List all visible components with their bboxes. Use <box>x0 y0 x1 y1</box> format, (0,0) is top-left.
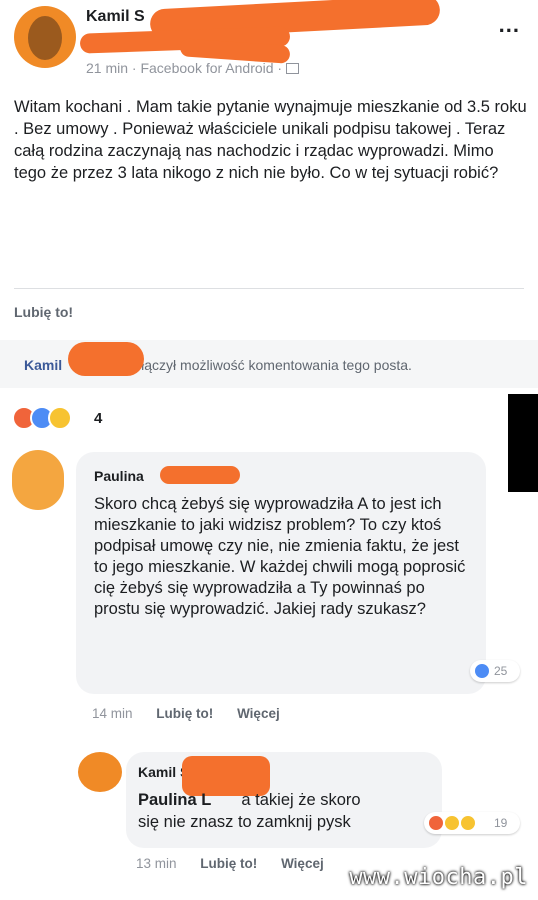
post-header: Kamil S ... 21 min · Facebook for Androi… <box>0 0 538 84</box>
post-meta: 21 min · Facebook for Android · <box>86 60 300 76</box>
like-icon <box>474 663 490 679</box>
author-avatar[interactable] <box>14 6 76 68</box>
haha-icon <box>48 406 72 430</box>
redaction-mark <box>68 342 144 376</box>
reply-time: 13 min <box>136 856 177 871</box>
comment-more-button[interactable]: Więcej <box>237 706 280 721</box>
reply-text-2: się nie znasz to zamknij pysk <box>138 813 351 831</box>
post-body: Witam kochani . Mam takie pytanie wynajm… <box>14 98 527 182</box>
reply-reactions[interactable]: 19 <box>424 812 520 834</box>
reply-mention[interactable]: Paulina L <box>138 791 211 809</box>
comments-disabled-notice: Kamil ki wyłączył możliwość komentowania… <box>0 340 538 388</box>
comment-avatar[interactable] <box>12 450 64 510</box>
comment-text: Skoro chcą żebyś się wyprowadziła A to j… <box>94 495 466 618</box>
watermark: www.wiocha.pl <box>349 865 528 890</box>
disabled-notice-text: wyłączył możliwość komentowania tego pos… <box>124 357 412 373</box>
reply-bubble: Kamil S Paulina La takiej że skoro się n… <box>126 752 442 848</box>
comment-time: 14 min <box>92 706 133 721</box>
reply-mention-tail: a <box>241 791 251 809</box>
reply-reaction-count: 19 <box>494 816 508 830</box>
reply-more-button[interactable]: Więcej <box>281 856 324 871</box>
comment-actions: 14 min Lubię to! Więcej <box>92 706 300 721</box>
reply-text-line1: Paulina L a takiej że skoro <box>138 790 438 811</box>
comment-reaction-count: 25 <box>494 664 508 678</box>
reply-like-button[interactable]: Lubię to! <box>200 856 257 871</box>
privacy-icon <box>286 63 300 74</box>
reply-actions: 13 min Lubię to! Więcej <box>136 856 344 871</box>
post-like-button[interactable]: Lubię to! <box>14 304 73 320</box>
more-options-icon[interactable]: ... <box>499 12 520 38</box>
reply-text-1: takiej że skoro <box>255 791 361 809</box>
post-author-name[interactable]: Kamil S <box>86 8 145 26</box>
comment-like-button[interactable]: Lubię to! <box>156 706 213 721</box>
reply-avatar[interactable] <box>78 752 122 792</box>
black-bar <box>508 394 538 492</box>
divider <box>14 288 524 289</box>
comment-bubble: Paulina Skoro chcą żebyś się wyprowadził… <box>76 452 486 694</box>
comment-author[interactable]: Paulina <box>94 468 144 484</box>
post-meta-text: 21 min · Facebook for Android · <box>86 60 283 76</box>
angry-icon <box>428 815 444 831</box>
haha-icon <box>444 815 460 831</box>
disabled-by-name[interactable]: Kamil <box>24 357 62 373</box>
wow-icon <box>460 815 476 831</box>
comment-reactions[interactable]: 25 <box>470 660 520 682</box>
reaction-count: 4 <box>94 410 103 427</box>
redaction-mark <box>160 466 240 484</box>
